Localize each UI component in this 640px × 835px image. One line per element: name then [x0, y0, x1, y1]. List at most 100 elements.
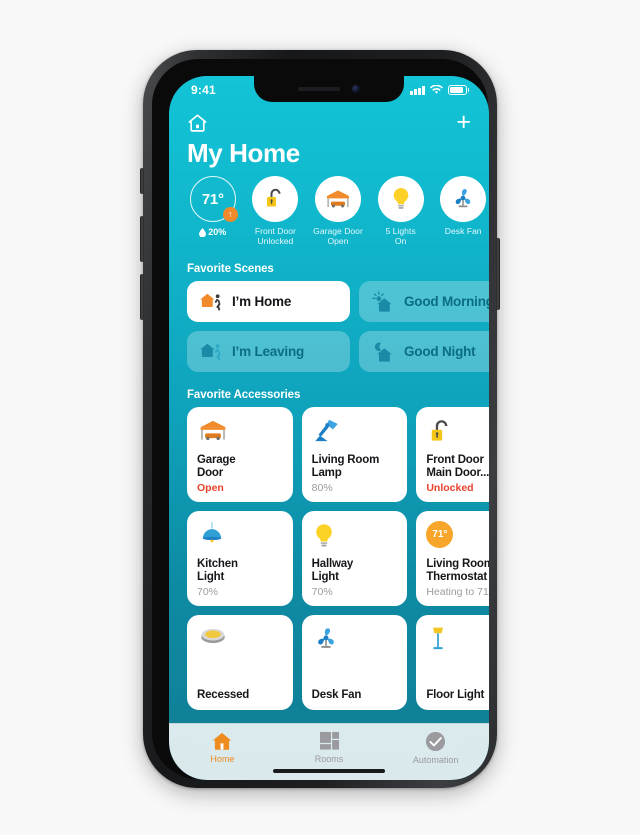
- phone-screen: 9:41 + My Home 71° ↑ 20% Front Door Unlo…: [169, 76, 489, 780]
- accessories-section-title: Favorite Accessories: [187, 389, 301, 402]
- accessory-card-garage-door[interactable]: Garage Door Open: [187, 407, 293, 503]
- lightbulb-icon: [315, 524, 332, 547]
- accessory-text: Kitchen Light 70%: [197, 558, 284, 599]
- accessories-grid: Garage Door Open Living Room Lamp 80% Fr…: [169, 407, 489, 711]
- accessory-state: 80%: [311, 481, 333, 494]
- accessory-icon: [312, 625, 399, 659]
- fan-icon: [317, 628, 334, 649]
- accessory-state: 70%: [197, 585, 219, 598]
- accessory-card-living-room-thermostat[interactable]: 71° Living Room Thermostat Heating to 71…: [416, 511, 489, 607]
- accessory-icon: [197, 625, 284, 659]
- accessory-name: Front Door Main Door...: [426, 453, 489, 480]
- unlocked-padlock-icon: [432, 420, 448, 441]
- status-item-lights[interactable]: 5 Lights On: [375, 176, 427, 246]
- lightbulb-icon: [393, 188, 408, 209]
- wifi-icon: [429, 85, 443, 94]
- add-button[interactable]: +: [456, 109, 471, 135]
- front-camera-icon: [352, 85, 360, 93]
- status-item-desk-fan[interactable]: Desk Fan: [437, 176, 489, 246]
- house-arriving-icon: [200, 293, 221, 311]
- unlocked-padlock-icon: [267, 188, 281, 207]
- volume-down-button[interactable]: [140, 274, 144, 320]
- accessory-card-living-room-lamp[interactable]: Living Room Lamp 80%: [301, 407, 408, 503]
- garage-door-icon: [200, 421, 226, 441]
- scene-card-im-leaving[interactable]: I’m Leaving: [187, 331, 350, 373]
- scenes-section-title: Favorite Scenes: [187, 263, 274, 276]
- scene-label: Good Morning: [404, 294, 489, 310]
- accessory-text: Living Room Lamp 80%: [312, 454, 399, 495]
- automation-clock-icon: [426, 731, 446, 752]
- status-label-lights: 5 Lights On: [385, 226, 416, 247]
- scenes-grid: I’m Home Good Morning I’m Leaving Good N…: [169, 281, 489, 373]
- status-summary-row: 71° ↑ 20% Front Door Unlocked Garage Doo…: [169, 173, 489, 246]
- house-icon[interactable]: [187, 113, 208, 132]
- notch: [254, 76, 404, 102]
- tab-automation[interactable]: Automation: [382, 731, 489, 765]
- tab-rooms[interactable]: Rooms: [276, 731, 383, 764]
- accessory-name: Garage Door: [197, 453, 236, 480]
- accessory-card-floor-light[interactable]: Floor Light: [416, 615, 489, 711]
- rooms-grid-icon: [319, 731, 339, 750]
- accessory-icon: [197, 417, 284, 451]
- accessory-icon: [197, 521, 284, 555]
- accessory-card-kitchen-light[interactable]: Kitchen Light 70%: [187, 511, 293, 607]
- scene-label: I’m Leaving: [232, 344, 305, 360]
- temperature-value: 71°: [201, 190, 224, 208]
- garage-door-icon: [326, 190, 349, 208]
- accessory-state: Heating to 71°: [426, 585, 489, 598]
- accessory-text: Living Room Thermostat Heating to 71°: [426, 558, 489, 599]
- phone-device: 9:41 + My Home 71° ↑ 20% Front Door Unlo…: [140, 50, 500, 788]
- house-leaving-icon: [200, 343, 221, 361]
- status-circle-garage-door: [314, 176, 361, 222]
- app-scroll-area[interactable]: 9:41 + My Home 71° ↑ 20% Front Door Unlo…: [169, 76, 489, 780]
- status-item-garage-door[interactable]: Garage Door Open: [312, 176, 364, 246]
- temperature-ring: 71° ↑: [189, 176, 238, 222]
- scene-card-good-night[interactable]: Good Night: [359, 331, 489, 373]
- tab-label: Automation: [412, 755, 459, 765]
- accessory-name: Desk Fan: [311, 688, 362, 701]
- status-time: 9:41: [191, 83, 216, 97]
- phone-bezel: 9:41 + My Home 71° ↑ 20% Front Door Unlo…: [152, 59, 489, 780]
- scene-label: Good Night: [404, 344, 476, 360]
- tab-home[interactable]: Home: [169, 731, 276, 764]
- accessory-name: Hallway Light: [311, 557, 354, 584]
- status-item-temperature[interactable]: 71° ↑ 20%: [187, 176, 239, 246]
- status-circle-desk-fan: [440, 176, 487, 222]
- home-indicator[interactable]: [273, 768, 385, 773]
- pendant-light-icon: [202, 522, 222, 543]
- power-button[interactable]: [496, 238, 500, 310]
- heating-arrow-badge: ↑: [222, 207, 238, 222]
- accessory-name: Floor Light: [426, 688, 485, 701]
- accessory-icon: [426, 417, 489, 451]
- accessory-card-desk-fan[interactable]: Desk Fan: [301, 615, 408, 711]
- accessory-text: Garage Door Open: [197, 454, 284, 495]
- accessory-card-hallway-light[interactable]: Hallway Light 70%: [301, 511, 408, 607]
- accessory-text: Hallway Light 70%: [312, 558, 399, 599]
- humidity-drop-icon: [199, 227, 207, 237]
- header-row: +: [187, 109, 471, 135]
- accessory-card-recessed[interactable]: Recessed: [187, 615, 293, 711]
- accessory-state: Unlocked: [426, 481, 474, 494]
- page-title: My Home: [187, 138, 300, 168]
- status-circle-lights: [377, 176, 424, 222]
- status-item-front-door[interactable]: Front Door Unlocked: [250, 176, 302, 246]
- volume-up-button[interactable]: [140, 216, 144, 262]
- accessory-icon: [312, 521, 399, 555]
- cellular-signal-icon: [410, 85, 425, 95]
- silent-switch[interactable]: [140, 168, 144, 194]
- scene-card-im-home[interactable]: I’m Home: [187, 281, 350, 323]
- scene-card-good-morning[interactable]: Good Morning: [359, 281, 489, 323]
- thermostat-icon: 71°: [426, 521, 454, 549]
- accessory-name: Living Room Thermostat: [426, 557, 489, 584]
- accessory-card-front-door[interactable]: Front Door Main Door... Unlocked: [416, 407, 489, 503]
- floor-lamp-icon: [433, 627, 444, 650]
- accessory-state: Open: [197, 481, 224, 494]
- status-label-garage-door: Garage Door Open: [313, 226, 363, 247]
- accessory-text: Desk Fan: [312, 689, 399, 703]
- status-icons: [410, 85, 469, 95]
- accessory-state: 70%: [311, 585, 333, 598]
- status-circle-front-door: [252, 176, 299, 222]
- app-header: + My Home: [169, 102, 489, 169]
- accessory-text: Recessed: [197, 689, 284, 703]
- desk-lamp-icon: [314, 420, 338, 442]
